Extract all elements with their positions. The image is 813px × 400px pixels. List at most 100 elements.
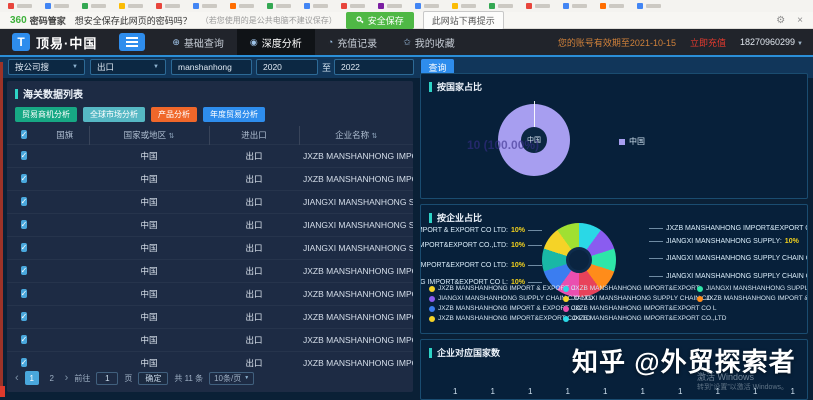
column-header-company[interactable]: 企业名称 ⇅ (299, 126, 413, 144)
account-phone-menu[interactable]: 18270960299▼ (740, 37, 803, 47)
sort-icon[interactable]: ⇅ (169, 133, 175, 140)
page-size-select[interactable]: 10条/页▼ (209, 372, 254, 385)
company-cell[interactable]: JXZB MANSHANHONG IMPORT ... (299, 282, 413, 305)
page-button-2[interactable]: 2 (45, 371, 59, 385)
bookmark-item[interactable] (230, 3, 254, 9)
row-checkbox[interactable]: ✓ (21, 312, 28, 321)
table-row[interactable]: ✓ 中国 出口 JXZB MANSHANHONG IMPORT ... (7, 328, 413, 351)
trade-type-select[interactable]: 出口▼ (90, 59, 166, 75)
table-row[interactable]: ✓ 中国 出口 JIANGXI MANSHANHONG SUPP... (7, 236, 413, 259)
legend-item[interactable]: JIANGXI MANSHANHONG SUPPLY (697, 285, 808, 292)
bar-value-label: 1 (791, 387, 795, 396)
company-cell[interactable]: JXZB MANSHANHONG IMPORT ... (299, 259, 413, 282)
company-cell[interactable]: JXZB MANSHANHONG IMPORT ... (299, 328, 413, 351)
legend-item[interactable]: JIANGXI MANSHANHONG SUPPLY CHAIN CO (563, 295, 712, 302)
bookmark-item[interactable] (156, 3, 180, 9)
table-row[interactable]: ✓ 中国 出口 JIANGXI MANSHANHONG SUPPLY (7, 190, 413, 213)
table-row[interactable]: ✓ 中国 出口 JXZB MANSHANHONG IMPORT... (7, 167, 413, 190)
company-cell[interactable]: JIANGXI MANSHANHONG SUPPLY (299, 190, 413, 213)
dismiss-password-button[interactable]: 此网站下再提示 (423, 11, 504, 30)
bookmark-label (276, 4, 291, 8)
bookmark-item[interactable] (378, 3, 402, 9)
row-checkbox[interactable]: ✓ (21, 358, 28, 367)
bookmark-item[interactable] (415, 3, 439, 9)
country-legend-item[interactable]: 中国 (619, 136, 645, 147)
table-row[interactable]: ✓ 中国 出口 JXZB MANSHANHONG IMPORT... (7, 305, 413, 328)
table-row[interactable]: ✓ 中国 出口 JIANGXI MANSHANHONG SUPP... (7, 213, 413, 236)
column-header-country[interactable]: 国家或地区 ⇅ (89, 126, 209, 144)
analysis-button[interactable]: 产品分析 (151, 107, 197, 122)
search-type-select[interactable]: 按公司搜▼ (8, 59, 85, 75)
bookmark-item[interactable] (526, 3, 550, 9)
bookmark-item[interactable] (341, 3, 365, 9)
row-checkbox[interactable]: ✓ (21, 151, 28, 160)
bookmark-item[interactable] (563, 3, 587, 9)
company-cell[interactable]: JXZB MANSHANHONG IMPORT ... (299, 144, 413, 167)
company-cell[interactable]: JIANGXI MANSHANHONG SUPP... (299, 236, 413, 259)
trade-cell: 出口 (209, 328, 299, 351)
pie-callout-label: SHANHONG IMPORT&EXPORT CO LTD:10% (420, 262, 542, 269)
nav-item[interactable]: ◔ 充值记录 (315, 29, 390, 55)
row-checkbox[interactable]: ✓ (21, 174, 28, 183)
select-all-checkbox[interactable]: ✓ (21, 130, 28, 139)
analysis-button[interactable]: 全球市场分析 (83, 107, 145, 122)
sort-icon[interactable]: ⇅ (372, 133, 378, 140)
next-page-button[interactable]: › (65, 374, 69, 382)
row-checkbox[interactable]: ✓ (21, 197, 28, 206)
key-icon (356, 16, 364, 24)
bookmark-item[interactable] (45, 3, 69, 9)
row-checkbox[interactable]: ✓ (21, 220, 28, 229)
nav-item[interactable]: ⊕ 基础查询 (159, 29, 237, 55)
company-cell[interactable]: JXZB MANSHANHONG IMPORT... (299, 167, 413, 190)
company-cell[interactable]: JIANGXI MANSHANHONG SUPP... (299, 213, 413, 236)
row-checkbox[interactable]: ✓ (21, 335, 28, 344)
app-logo-icon: T (12, 33, 30, 51)
gear-icon[interactable]: ⚙ (776, 15, 785, 26)
goto-page-input[interactable] (96, 372, 118, 385)
bookmark-item[interactable] (600, 3, 624, 9)
legend-item[interactable]: JXZB MANSHANHONG IMPORT&EXPORT CO L (563, 305, 716, 312)
save-password-button[interactable]: 安全保存 (346, 12, 414, 29)
pie-callout-label: JIANGXI MANSHANHONG SUPPLY CHAIN C O L (649, 255, 808, 262)
bookmark-item[interactable] (489, 3, 513, 9)
chevron-down-icon: ▼ (72, 64, 78, 70)
menu-toggle-button[interactable] (119, 33, 145, 51)
bookmark-item[interactable] (8, 3, 32, 9)
row-checkbox[interactable]: ✓ (21, 266, 28, 275)
legend-item[interactable]: JXZB MANSHANHONG IMPORT & EXPORT (697, 295, 808, 302)
recharge-link[interactable]: 立即充值 (690, 36, 726, 49)
bookmark-item[interactable] (119, 3, 143, 9)
row-checkbox[interactable]: ✓ (21, 243, 28, 252)
close-icon[interactable]: × (797, 15, 803, 26)
company-cell[interactable]: JXZB MANSHANHONG IMPORT... (299, 351, 413, 374)
bookmark-item[interactable] (304, 3, 328, 9)
bookmark-item[interactable] (82, 3, 106, 9)
panel-title: 按企业占比 (437, 211, 482, 224)
analysis-button[interactable]: 贸易商机分析 (15, 107, 77, 122)
table-row[interactable]: ✓ 中国 出口 JXZB MANSHANHONG IMPORT ... (7, 282, 413, 305)
year-to-input[interactable] (334, 59, 414, 75)
bookmark-item[interactable] (193, 3, 217, 9)
legend-item[interactable]: JXZB MANSHANHONG IMPORT & EXPORT CO (429, 305, 581, 312)
nav-item-icon: ✩ (403, 37, 411, 48)
row-checkbox[interactable]: ✓ (21, 289, 28, 298)
legend-item[interactable]: JXZB MANSHANHONG IMPORT&EXPORT CO.,LTD (563, 315, 726, 322)
company-cell[interactable]: JXZB MANSHANHONG IMPORT... (299, 305, 413, 328)
keyword-input[interactable] (171, 59, 252, 75)
table-row[interactable]: ✓ 中国 出口 JXZB MANSHANHONG IMPORT ... (7, 144, 413, 167)
year-from-input[interactable] (256, 59, 318, 75)
table-row[interactable]: ✓ 中国 出口 JXZB MANSHANHONG IMPORT ... (7, 259, 413, 282)
bookmark-item[interactable] (267, 3, 291, 9)
app-logo-title: 顶易·中国 (36, 33, 97, 52)
page-button-1[interactable]: 1 (25, 371, 39, 385)
bookmark-item[interactable] (452, 3, 476, 9)
analysis-button[interactable]: 年度贸易分析 (203, 107, 265, 122)
legend-item[interactable]: JXZB MANSHANHONG IMPORT&EXPORT (563, 285, 700, 292)
prev-page-button[interactable]: ‹ (15, 374, 19, 382)
bookmark-item[interactable] (637, 3, 661, 9)
nav-item[interactable]: ◉ 深度分析 (237, 29, 315, 55)
legend-label: JXZB MANSHANHONG IMPORT & EXPORT (706, 295, 808, 302)
nav-item[interactable]: ✩ 我的收藏 (390, 29, 468, 55)
legend-item[interactable]: JXZB MANSHANHONG IMPORT & EXPORT C (429, 285, 576, 292)
goto-confirm-button[interactable]: 确定 (138, 372, 168, 385)
